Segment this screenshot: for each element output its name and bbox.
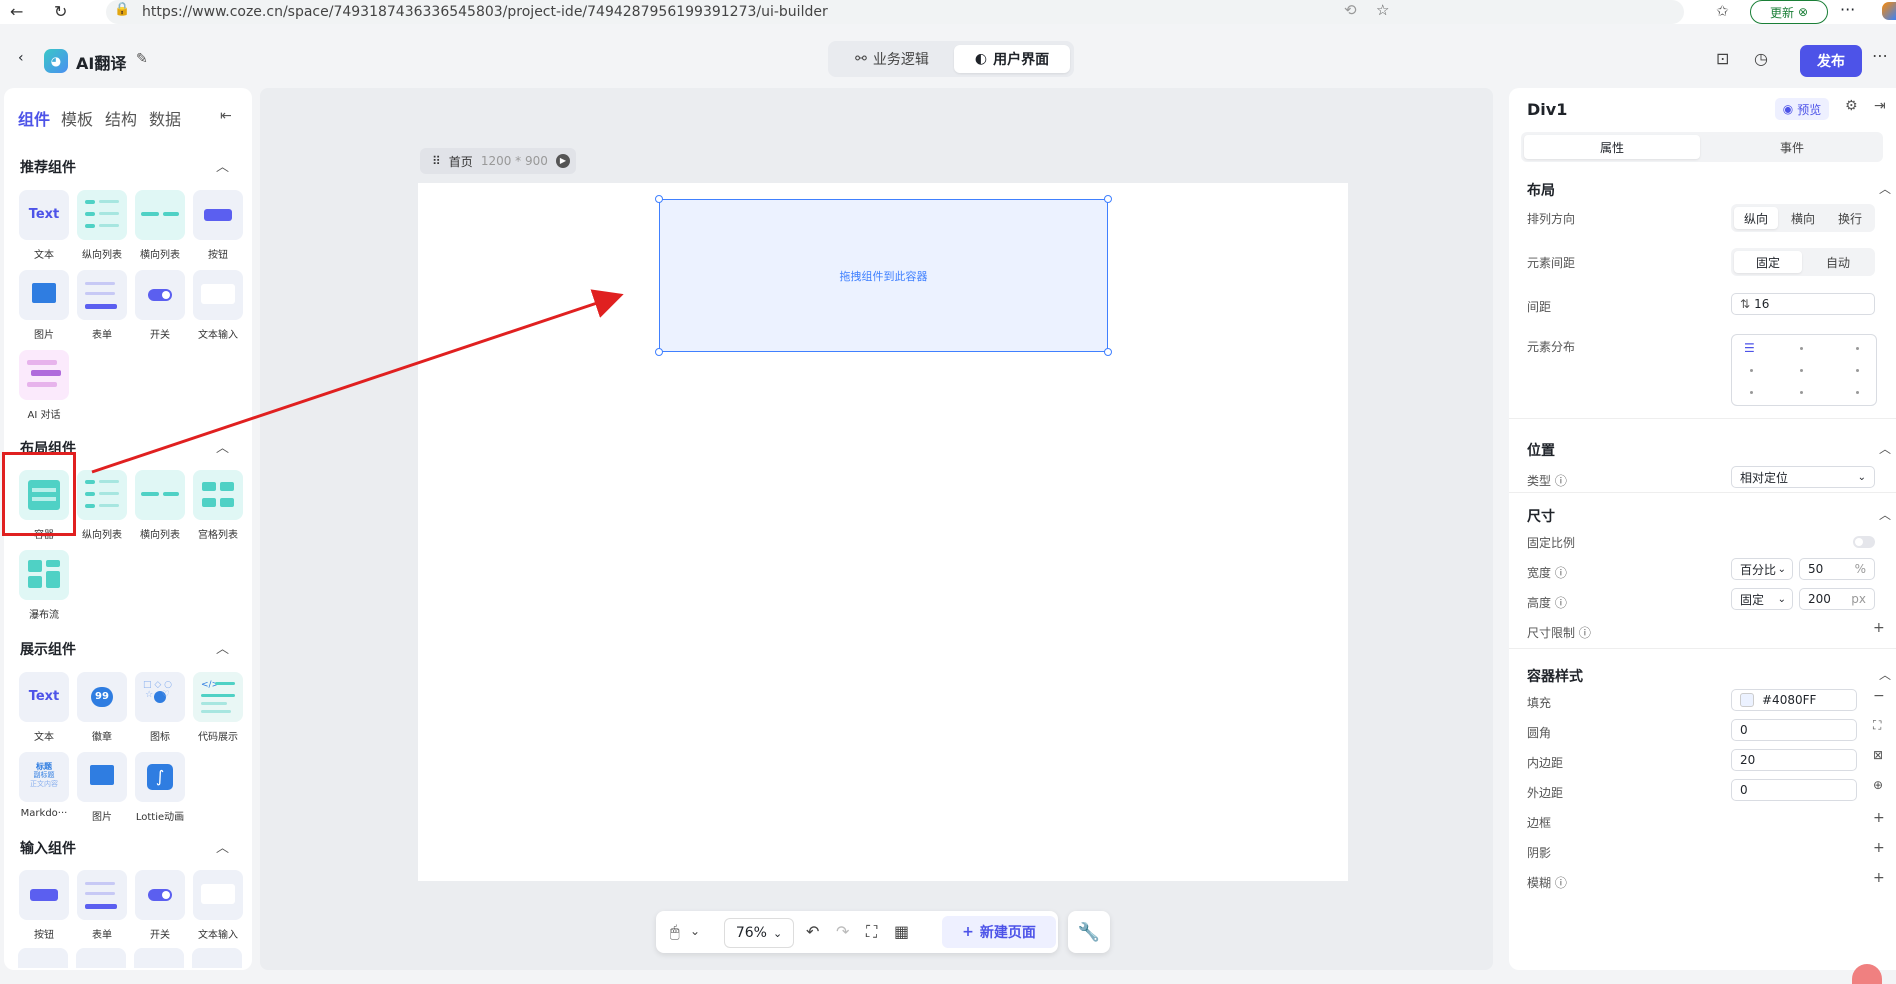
layout-section-title: 布局	[1527, 183, 1555, 199]
grid-view-icon[interactable]: ▦	[894, 922, 909, 941]
position-type-select[interactable]: 相对定位 ⌄	[1731, 466, 1875, 488]
padding-input[interactable]: 20	[1731, 749, 1857, 771]
border-label: 边框	[1527, 816, 1552, 830]
chevron-up-icon[interactable]: ︿	[1879, 440, 1891, 457]
tools-button[interactable]: 🔧	[1068, 911, 1110, 953]
gap-label: 间距	[1527, 300, 1552, 314]
fill-label: 填充	[1527, 696, 1552, 710]
chevron-down-icon[interactable]: ⌄	[690, 924, 700, 938]
properties-panel: Div1 ◉ 预览 ⚙ ⇥ 属性 事件 布局 ︿ 排列方向 纵向 横向 换行 元…	[1509, 88, 1896, 970]
width-mode-select[interactable]: 百分比 ⌄	[1731, 558, 1793, 580]
spacing-segment: 固定 自动	[1731, 248, 1875, 276]
direction-vertical[interactable]: 纵向	[1734, 207, 1778, 229]
info-icon: ⓘ	[1554, 566, 1567, 580]
position-section-title: 位置	[1527, 443, 1555, 459]
style-section-title: 容器样式	[1527, 669, 1583, 685]
add-shadow-icon[interactable]: +	[1873, 840, 1885, 856]
padding-label: 内边距	[1527, 756, 1564, 770]
tab-properties[interactable]: 属性	[1524, 135, 1700, 159]
direction-wrap[interactable]: 换行	[1828, 207, 1872, 229]
direction-segment: 纵向 横向 换行	[1731, 204, 1875, 232]
margin-expand-icon[interactable]: ⊕	[1873, 778, 1883, 792]
height-value: 200	[1808, 592, 1831, 606]
plus-icon: +	[962, 924, 974, 940]
margin-label: 外边距	[1527, 786, 1564, 800]
zoom-select[interactable]: 76% ⌄	[724, 918, 794, 948]
direction-horizontal[interactable]: 横向	[1781, 207, 1825, 229]
height-label: 高度 ⓘ	[1527, 596, 1567, 610]
mouse-mode-icon[interactable]: 🖱	[670, 922, 680, 942]
preview-label: 预览	[1797, 102, 1822, 117]
fill-value: #4080FF	[1762, 693, 1817, 707]
distribution-grid[interactable]: ☰	[1731, 334, 1877, 406]
margin-input[interactable]: 0	[1731, 779, 1857, 801]
width-unit: %	[1854, 562, 1866, 576]
height-input[interactable]: 200 px	[1799, 588, 1875, 610]
add-size-limit-icon[interactable]: +	[1873, 620, 1885, 636]
new-page-button[interactable]: + 新建页面	[942, 916, 1056, 948]
radius-label: 圆角	[1527, 726, 1552, 740]
chevron-down-icon: ⌄	[1777, 563, 1786, 575]
add-border-icon[interactable]: +	[1873, 810, 1885, 826]
gap-value: 16	[1754, 297, 1770, 311]
chevron-up-icon[interactable]: ︿	[1879, 180, 1891, 197]
corner-radius-icon[interactable]: ⛶	[1873, 718, 1881, 733]
wrench-icon: 🔧	[1077, 921, 1101, 943]
fixed-ratio-toggle[interactable]	[1853, 536, 1875, 548]
fit-screen-icon[interactable]: ⛶	[866, 922, 877, 942]
height-unit: px	[1851, 592, 1866, 606]
info-icon: ⓘ	[1554, 474, 1567, 488]
height-mode-value: 固定	[1740, 592, 1765, 607]
canvas-toolbar: 🖱 ⌄ 76% ⌄ ↶ ↷ ⛶ ▦ + 新建页面	[656, 911, 1058, 953]
shadow-label: 阴影	[1527, 846, 1552, 860]
undo-icon[interactable]: ↶	[806, 922, 819, 941]
chevron-up-icon[interactable]: ︿	[1879, 666, 1891, 683]
property-tabs: 属性 事件	[1521, 132, 1883, 162]
position-type-value: 相对定位	[1740, 470, 1789, 485]
spacing-label: 元素间距	[1527, 256, 1576, 270]
line-spacing-icon: ⇅	[1740, 297, 1751, 311]
blur-label: 模糊 ⓘ	[1527, 876, 1567, 890]
chevron-down-icon: ⌄	[772, 926, 783, 940]
distribution-label: 元素分布	[1527, 340, 1576, 354]
direction-label: 排列方向	[1527, 212, 1576, 226]
color-swatch[interactable]	[1740, 693, 1754, 707]
height-mode-select[interactable]: 固定 ⌄	[1731, 588, 1793, 610]
chevron-up-icon[interactable]: ︿	[1879, 506, 1891, 523]
tab-events[interactable]: 事件	[1704, 135, 1880, 159]
info-icon: ⓘ	[1554, 876, 1567, 890]
spacing-fixed[interactable]: 固定	[1734, 251, 1802, 273]
width-input[interactable]: 50 %	[1799, 558, 1875, 580]
position-type-label: 类型 ⓘ	[1527, 474, 1567, 488]
size-section-title: 尺寸	[1527, 509, 1555, 525]
width-mode-value: 百分比	[1740, 562, 1777, 577]
zoom-value: 76%	[735, 925, 767, 941]
padding-value: 20	[1740, 753, 1756, 767]
gap-input[interactable]: ⇅ 16	[1731, 293, 1875, 315]
play-circle-icon: ◉	[1782, 102, 1794, 116]
align-top-left-icon[interactable]: ☰	[1744, 341, 1755, 355]
info-icon: ⓘ	[1554, 596, 1567, 610]
preview-button[interactable]: ◉ 预览	[1775, 98, 1829, 120]
width-label: 宽度 ⓘ	[1527, 566, 1567, 580]
spacing-auto[interactable]: 自动	[1804, 251, 1872, 273]
panel-toggle-icon[interactable]: ⇥	[1874, 98, 1886, 114]
element-name: Div1	[1527, 100, 1568, 119]
radius-input[interactable]: 0	[1731, 719, 1857, 741]
chevron-down-icon: ⌄	[1777, 593, 1786, 605]
new-page-label: 新建页面	[979, 925, 1036, 941]
fixed-ratio-label: 固定比例	[1527, 536, 1576, 550]
info-icon: ⓘ	[1578, 626, 1591, 640]
width-value: 50	[1808, 562, 1824, 576]
radius-value: 0	[1740, 723, 1748, 737]
redo-icon[interactable]: ↷	[836, 922, 849, 941]
size-limit-label: 尺寸限制 ⓘ	[1527, 626, 1591, 640]
margin-value: 0	[1740, 783, 1748, 797]
remove-fill-icon[interactable]: −	[1873, 688, 1885, 704]
chevron-down-icon: ⌄	[1857, 471, 1866, 483]
fill-input[interactable]: #4080FF	[1731, 689, 1857, 711]
padding-expand-icon[interactable]: ⊠	[1873, 748, 1883, 762]
add-blur-icon[interactable]: +	[1873, 870, 1885, 886]
settings-icon[interactable]: ⚙	[1845, 98, 1858, 114]
